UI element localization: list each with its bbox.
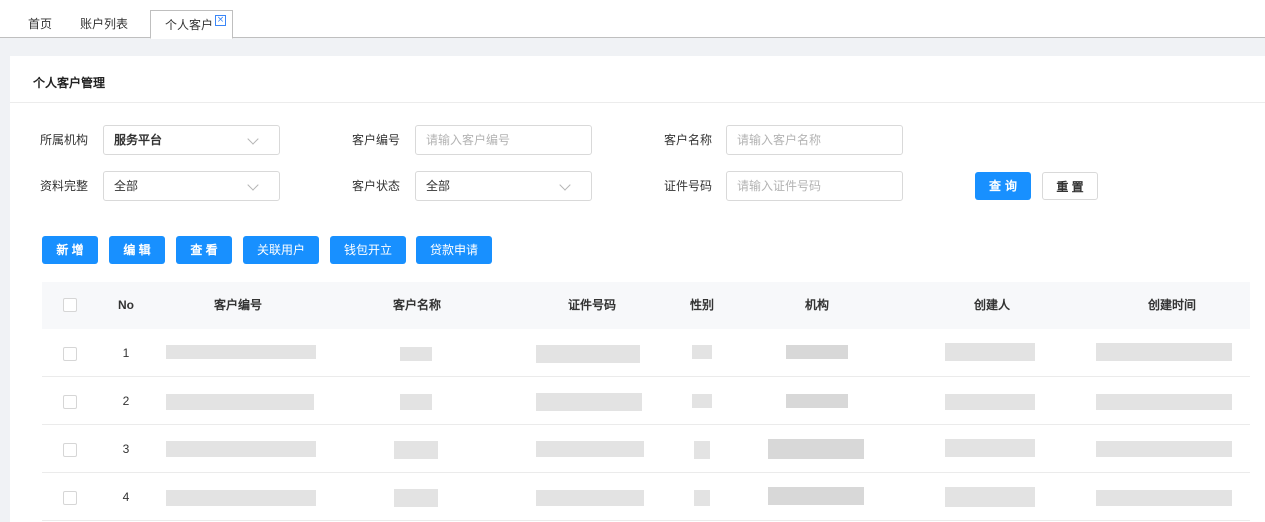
redacted-id-number xyxy=(536,490,644,506)
open-wallet-button[interactable]: 钱包开立 xyxy=(330,236,406,264)
redacted-creator xyxy=(945,487,1035,507)
redacted-customer-no xyxy=(166,345,316,359)
table-row[interactable]: 3 xyxy=(42,425,1250,473)
tab-home[interactable]: 首页 xyxy=(28,10,52,38)
divider xyxy=(10,102,1265,103)
loan-apply-button[interactable]: 贷款申请 xyxy=(416,236,492,264)
tab-account-list[interactable]: 账户列表 xyxy=(80,10,128,38)
customer-no-label: 客户编号 xyxy=(352,133,401,147)
profile-complete-label: 资料完整 xyxy=(40,179,89,193)
col-id-number: 证件号码 xyxy=(567,298,616,312)
table-row[interactable]: 4 xyxy=(42,473,1250,521)
redacted-gender xyxy=(694,490,710,506)
col-customer-no: 客户编号 xyxy=(213,298,262,312)
profile-complete-value: 全部 xyxy=(114,179,139,193)
chevron-down-icon xyxy=(247,179,259,191)
org-select[interactable]: 服务平台 xyxy=(103,125,280,155)
customer-name-input[interactable] xyxy=(726,125,903,155)
row-checkbox[interactable] xyxy=(63,395,77,409)
org-select-value: 服务平台 xyxy=(114,133,163,147)
row-checkbox[interactable] xyxy=(63,491,77,505)
redacted-creator xyxy=(945,394,1035,410)
view-button[interactable]: 查 看 xyxy=(176,236,232,264)
table-row[interactable]: 2 xyxy=(42,377,1250,425)
redacted-org xyxy=(786,345,848,359)
row-no: 1 xyxy=(122,346,130,360)
col-gender: 性别 xyxy=(689,298,714,312)
redacted-id-number xyxy=(536,393,642,411)
add-button[interactable]: 新 增 xyxy=(42,236,98,264)
redacted-creator xyxy=(945,439,1035,457)
col-customer-name: 客户名称 xyxy=(392,298,441,312)
table-header: No 客户编号 客户名称 证件号码 性别 机构 创建人 创建时间 xyxy=(42,282,1250,329)
redacted-gender xyxy=(694,441,710,459)
redacted-org xyxy=(768,487,864,505)
redacted-created-time xyxy=(1096,394,1232,410)
reset-button[interactable]: 重 置 xyxy=(1042,172,1098,200)
customer-status-label: 客户状态 xyxy=(352,179,401,193)
redacted-created-time xyxy=(1096,490,1232,506)
redacted-created-time xyxy=(1096,441,1232,457)
page-title: 个人客户管理 xyxy=(33,76,106,90)
redacted-customer-no xyxy=(166,441,316,457)
row-no: 4 xyxy=(122,490,130,504)
table-row[interactable]: 1 xyxy=(42,329,1250,377)
redacted-customer-name xyxy=(400,394,432,410)
chevron-down-icon xyxy=(247,133,259,145)
org-label: 所属机构 xyxy=(40,133,89,147)
redacted-creator xyxy=(945,343,1035,361)
tab-label: 个人客户 xyxy=(165,18,214,32)
redacted-id-number xyxy=(536,441,644,457)
id-number-label: 证件号码 xyxy=(664,179,713,193)
tab-bar: 首页 账户列表 个人客户 × xyxy=(0,0,1265,39)
row-no: 2 xyxy=(122,394,130,408)
query-button[interactable]: 查询 xyxy=(975,172,1031,200)
customer-name-label: 客户名称 xyxy=(664,133,713,147)
id-number-input[interactable] xyxy=(726,171,903,201)
col-creator: 创建人 xyxy=(973,298,1010,312)
profile-complete-select[interactable]: 全部 xyxy=(103,171,280,201)
col-created-time: 创建时间 xyxy=(1147,298,1196,312)
col-no: No xyxy=(118,298,134,312)
redacted-id-number xyxy=(536,345,640,363)
chevron-down-icon xyxy=(559,179,571,191)
col-org: 机构 xyxy=(804,298,829,312)
select-all-checkbox[interactable] xyxy=(63,298,77,312)
redacted-org xyxy=(768,439,864,459)
row-checkbox[interactable] xyxy=(63,443,77,457)
customer-panel: 个人客户管理 所属机构 服务平台 客户编号 客户名称 资料完整 全部 客户状态 … xyxy=(10,56,1265,522)
redacted-customer-name xyxy=(394,441,438,459)
redacted-customer-no xyxy=(166,490,316,506)
redacted-gender xyxy=(692,394,712,408)
redacted-customer-name xyxy=(400,347,432,361)
row-no: 3 xyxy=(122,442,130,456)
redacted-customer-no xyxy=(166,394,314,410)
redacted-gender xyxy=(692,345,712,359)
customer-status-value: 全部 xyxy=(426,179,451,193)
customer-no-input[interactable] xyxy=(415,125,592,155)
link-user-button[interactable]: 关联用户 xyxy=(243,236,319,264)
redacted-created-time xyxy=(1096,343,1232,361)
close-icon[interactable]: × xyxy=(215,15,227,26)
customer-status-select[interactable]: 全部 xyxy=(415,171,592,201)
tab-personal-customer[interactable]: 个人客户 × xyxy=(150,10,234,39)
redacted-customer-name xyxy=(394,489,438,507)
edit-button[interactable]: 编 辑 xyxy=(109,236,165,264)
redacted-org xyxy=(786,394,848,408)
row-checkbox[interactable] xyxy=(63,347,77,361)
